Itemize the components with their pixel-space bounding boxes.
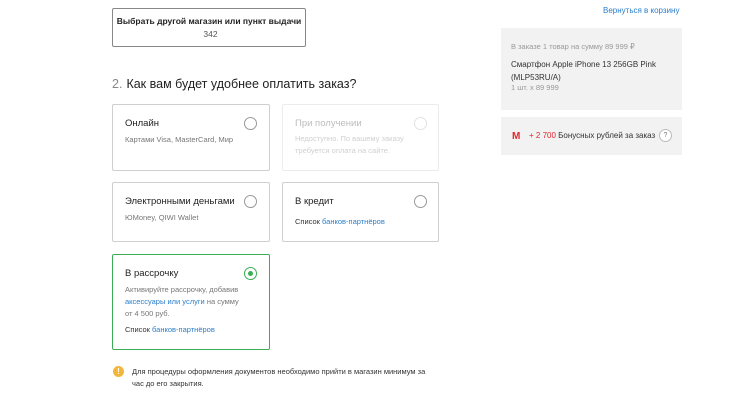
option-credit-title: В кредит: [295, 196, 334, 207]
option-credit-desc: Список банков-партнёров: [295, 216, 385, 228]
installment-list-prefix: Список: [125, 325, 153, 334]
warning-icon: !: [113, 366, 124, 377]
payment-option-emoney[interactable]: Электронными деньгами ЮMoney, QIWI Walle…: [112, 182, 270, 242]
step-title-text: Как вам будет удобнее оплатить заказ?: [126, 77, 357, 91]
installment-banks-link[interactable]: банков-партнёров: [152, 325, 215, 334]
help-icon[interactable]: ?: [659, 129, 672, 142]
payment-option-on-receipt: При получении Недоступно. По вашему зака…: [282, 104, 439, 171]
bonus-text: + 2 700 Бонусных рублей за заказ: [529, 131, 655, 140]
option-installment-desc: Активируйте рассрочку, добавив аксессуар…: [125, 284, 265, 320]
store-count: 342: [203, 29, 218, 39]
option-online-radio[interactable]: [244, 117, 257, 130]
installment-desc-part2: на сумму: [204, 297, 239, 306]
credit-list-prefix: Список: [295, 217, 323, 226]
bonus-label: Бонусных рублей за заказ: [555, 131, 656, 140]
product-name: Смартфон Apple iPhone 13 256GB Pink (MLP…: [511, 60, 656, 82]
payment-option-installment[interactable]: В рассрочку Активируйте рассрочку, добав…: [112, 254, 270, 350]
option-installment-radio[interactable]: [244, 267, 257, 280]
change-store-label: Выбрать другой магазин или пункт выдачи: [116, 16, 302, 26]
payment-step-title: 2. Как вам будет удобнее оплатить заказ?: [112, 77, 356, 91]
option-credit-radio[interactable]: [414, 195, 427, 208]
option-on-receipt-desc: Недоступно. По вашему заказу требуется о…: [295, 134, 404, 155]
payment-option-online[interactable]: Онлайн Картами Visa, MasterCard, Мир: [112, 104, 270, 171]
option-on-receipt-radio: [414, 117, 427, 130]
store-visit-note: ! Для процедуры оформления документов не…: [113, 366, 443, 392]
step-number: 2.: [112, 77, 123, 91]
back-to-cart-link[interactable]: Вернуться в корзину: [603, 6, 679, 15]
change-store-button[interactable]: Выбрать другой магазин или пункт выдачи …: [112, 8, 306, 47]
payment-option-credit[interactable]: В кредит Список банков-партнёров: [282, 182, 439, 242]
accessories-services-link[interactable]: аксессуары или услуги: [125, 297, 205, 306]
option-emoney-desc: ЮMoney, QIWI Wallet: [125, 213, 199, 222]
order-total-line: В заказе 1 товар на сумму 89 999 ₽: [511, 42, 635, 51]
bonus-box: M + 2 700 Бонусных рублей за заказ ?: [501, 117, 682, 155]
option-emoney-title: Электронными деньгами: [125, 196, 235, 207]
option-online-title: Онлайн: [125, 118, 160, 129]
option-on-receipt-title: При получении: [295, 118, 362, 129]
mvideo-logo-icon: M: [512, 131, 521, 142]
order-summary: В заказе 1 товар на сумму 89 999 ₽ Смарт…: [501, 28, 682, 110]
product-qty: 1 шт. x 89 999: [511, 83, 559, 92]
credit-banks-link[interactable]: банков-партнёров: [322, 217, 385, 226]
option-emoney-radio[interactable]: [244, 195, 257, 208]
installment-list: Список банков-партнёров: [125, 324, 215, 336]
bonus-amount: + 2 700: [529, 131, 556, 140]
installment-desc-part1: Активируйте рассрочку, добавив: [125, 285, 239, 294]
option-installment-title: В рассрочку: [125, 268, 179, 279]
option-online-desc: Картами Visa, MasterCard, Мир: [125, 135, 234, 144]
installment-desc-part3: от 4 500 руб.: [125, 309, 170, 318]
note-text: Для процедуры оформления документов необ…: [132, 367, 426, 388]
